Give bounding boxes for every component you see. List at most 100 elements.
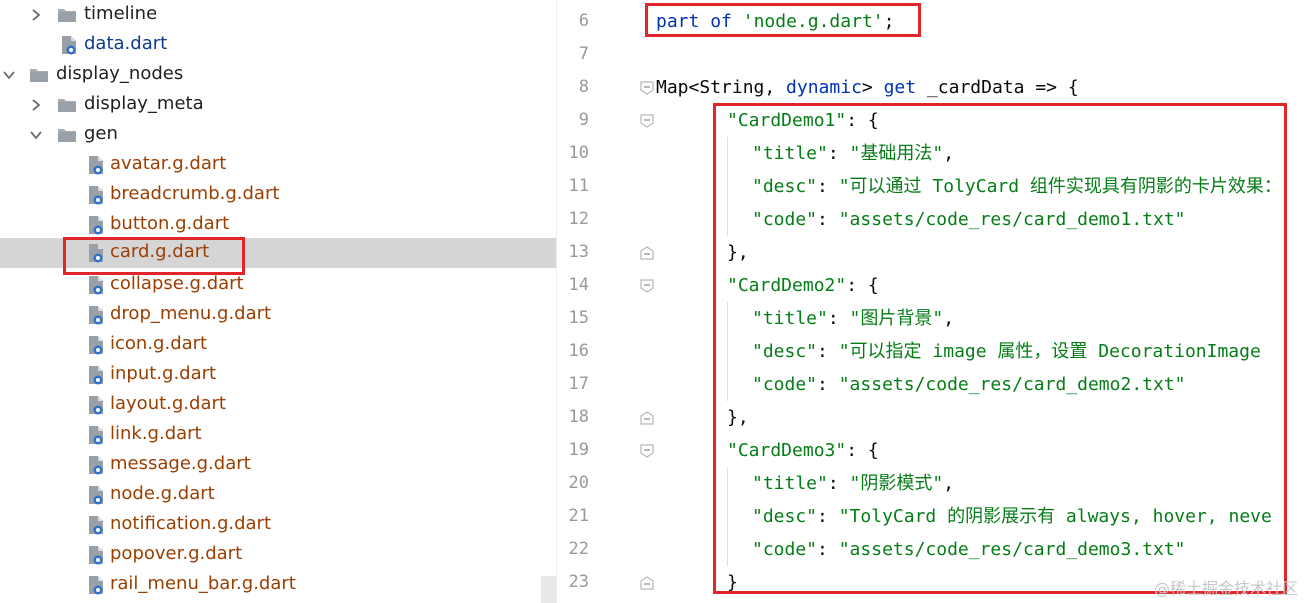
tree-item-layout-g-dart[interactable]: layout.g.dart: [0, 390, 556, 420]
chevron-right-icon[interactable]: [28, 97, 44, 113]
code-line-15: "title": "图片背景",: [752, 302, 954, 335]
tree-item-label: node.g.dart: [110, 483, 215, 504]
tree-item-popover-g-dart[interactable]: popover.g.dart: [0, 540, 556, 570]
dart-file-icon: [85, 184, 107, 206]
tree-item-label: data.dart: [84, 33, 168, 54]
tree-item-label: icon.g.dart: [110, 333, 208, 354]
tree-item-button-g-dart[interactable]: button.g.dart: [0, 210, 556, 240]
string-literal: "assets/code_res/card_demo2.txt": [838, 374, 1186, 395]
dart-file-icon: [85, 242, 107, 264]
tree-item-notification-g-dart[interactable]: notification.g.dart: [0, 510, 556, 540]
dart-file-icon: [58, 34, 80, 56]
map-key: "title": [752, 308, 828, 329]
tree-item-label: display_meta: [84, 93, 204, 114]
tree-item-input-g-dart[interactable]: input.g.dart: [0, 360, 556, 390]
code-line-10: "title": "基础用法",: [752, 137, 954, 170]
tree-item-icon-g-dart[interactable]: icon.g.dart: [0, 330, 556, 360]
dart-file-icon: [85, 394, 107, 416]
dart-file-icon: [85, 484, 107, 506]
punctuation: :: [817, 176, 839, 197]
tree-item-label: gen: [84, 123, 118, 144]
chevron-down-icon[interactable]: [28, 127, 44, 143]
tree-item-label: button.g.dart: [110, 213, 230, 234]
string-literal: "assets/code_res/card_demo3.txt": [838, 539, 1186, 560]
tree-item-timeline[interactable]: timeline: [0, 0, 556, 30]
dart-file-icon: [85, 514, 107, 536]
line-number: 20: [568, 473, 589, 493]
punctuation: :: [817, 539, 839, 560]
code-line-23: }: [727, 566, 738, 599]
punctuation: : {: [846, 440, 879, 461]
code-line-22: "code": "assets/code_res/card_demo3.txt": [752, 533, 1186, 566]
tree-item-label: drop_menu.g.dart: [110, 303, 272, 324]
tree-item-message-g-dart[interactable]: message.g.dart: [0, 450, 556, 480]
indent-guide: [727, 137, 728, 236]
tree-item-node-g-dart[interactable]: node.g.dart: [0, 480, 556, 510]
line-number: 7: [578, 44, 589, 64]
code-editor[interactable]: part of 'node.g.dart'; Map<String, dynam…: [637, 0, 1316, 603]
punctuation: :: [827, 143, 850, 164]
tree-item-label: message.g.dart: [110, 453, 251, 474]
tree-item-label: avatar.g.dart: [110, 153, 227, 174]
tree-scrollbar[interactable]: [541, 576, 556, 603]
tree-item-gen[interactable]: gen: [0, 120, 556, 150]
tree-item-collapse-g-dart[interactable]: collapse.g.dart: [0, 270, 556, 300]
tree-item-label: link.g.dart: [110, 423, 202, 444]
keyword: get: [883, 77, 917, 98]
chevron-down-icon[interactable]: [1, 67, 17, 83]
map-key: "CardDemo3": [727, 440, 847, 461]
string-literal: "TolyCard 的阴影展示有 always, hover, neve: [838, 506, 1272, 527]
tree-item-label: input.g.dart: [110, 363, 217, 384]
dart-file-icon: [85, 544, 107, 566]
code-line-8: Map<String, dynamic> get _cardData => {: [656, 71, 1079, 104]
map-key: "code": [752, 209, 818, 230]
line-number: 9: [578, 110, 589, 130]
line-number: 23: [568, 572, 589, 592]
watermark: @稀土掘金技术社区: [1153, 579, 1298, 598]
punctuation: :: [827, 473, 850, 494]
punctuation: :: [817, 506, 839, 527]
tree-item-label: layout.g.dart: [110, 393, 226, 414]
code-line-12: "code": "assets/code_res/card_demo1.txt": [752, 203, 1186, 236]
code-line-9: "CardDemo1": {: [727, 104, 879, 137]
map-key: "desc": [752, 341, 818, 362]
map-key: "CardDemo2": [727, 275, 847, 296]
type-text: Map<String,: [656, 77, 787, 98]
tree-item-link-g-dart[interactable]: link.g.dart: [0, 420, 556, 450]
tree-item-rail-menu-bar-g-dart[interactable]: rail_menu_bar.g.dart: [0, 570, 556, 600]
tree-item-label: timeline: [84, 3, 158, 24]
tree-item-drop-menu-g-dart[interactable]: drop_menu.g.dart: [0, 300, 556, 330]
punctuation: }: [727, 572, 738, 593]
string-literal: "图片背景": [849, 308, 944, 329]
line-number: 14: [568, 275, 589, 295]
folder-icon: [28, 64, 50, 86]
tree-item-label: card.g.dart: [110, 241, 210, 262]
line-number: 8: [578, 77, 589, 97]
line-number: 6: [578, 11, 589, 31]
line-number: 10: [568, 143, 589, 163]
tree-item-breadcrumb-g-dart[interactable]: breadcrumb.g.dart: [0, 180, 556, 210]
punctuation: : {: [846, 275, 879, 296]
folder-icon: [56, 124, 78, 146]
tree-item-avatar-g-dart[interactable]: avatar.g.dart: [0, 150, 556, 180]
dart-file-icon: [85, 154, 107, 176]
line-number: 18: [568, 407, 589, 427]
map-key: "code": [752, 374, 818, 395]
tree-item-display-meta[interactable]: display_meta: [0, 90, 556, 120]
dart-file-icon: [85, 454, 107, 476]
string-literal: 'node.g.dart': [742, 11, 884, 32]
indent-guide: [727, 302, 728, 401]
chevron-right-icon[interactable]: [28, 7, 44, 23]
dart-file-icon: [85, 214, 107, 236]
punctuation: ,: [943, 143, 955, 164]
map-key: "title": [752, 143, 828, 164]
string-literal: "阴影模式": [849, 473, 944, 494]
tree-item-label: popover.g.dart: [110, 543, 243, 564]
keyword: of: [710, 11, 732, 32]
project-tree: timeline data.dart display_nodes display…: [0, 0, 556, 603]
tree-item-card-g-dart[interactable]: card.g.dart: [0, 238, 556, 268]
tree-item-data-dart[interactable]: data.dart: [0, 30, 556, 60]
line-number: 22: [568, 539, 589, 559]
identifier: _cardData => {: [916, 77, 1079, 98]
tree-item-display-nodes[interactable]: display_nodes: [0, 60, 556, 90]
